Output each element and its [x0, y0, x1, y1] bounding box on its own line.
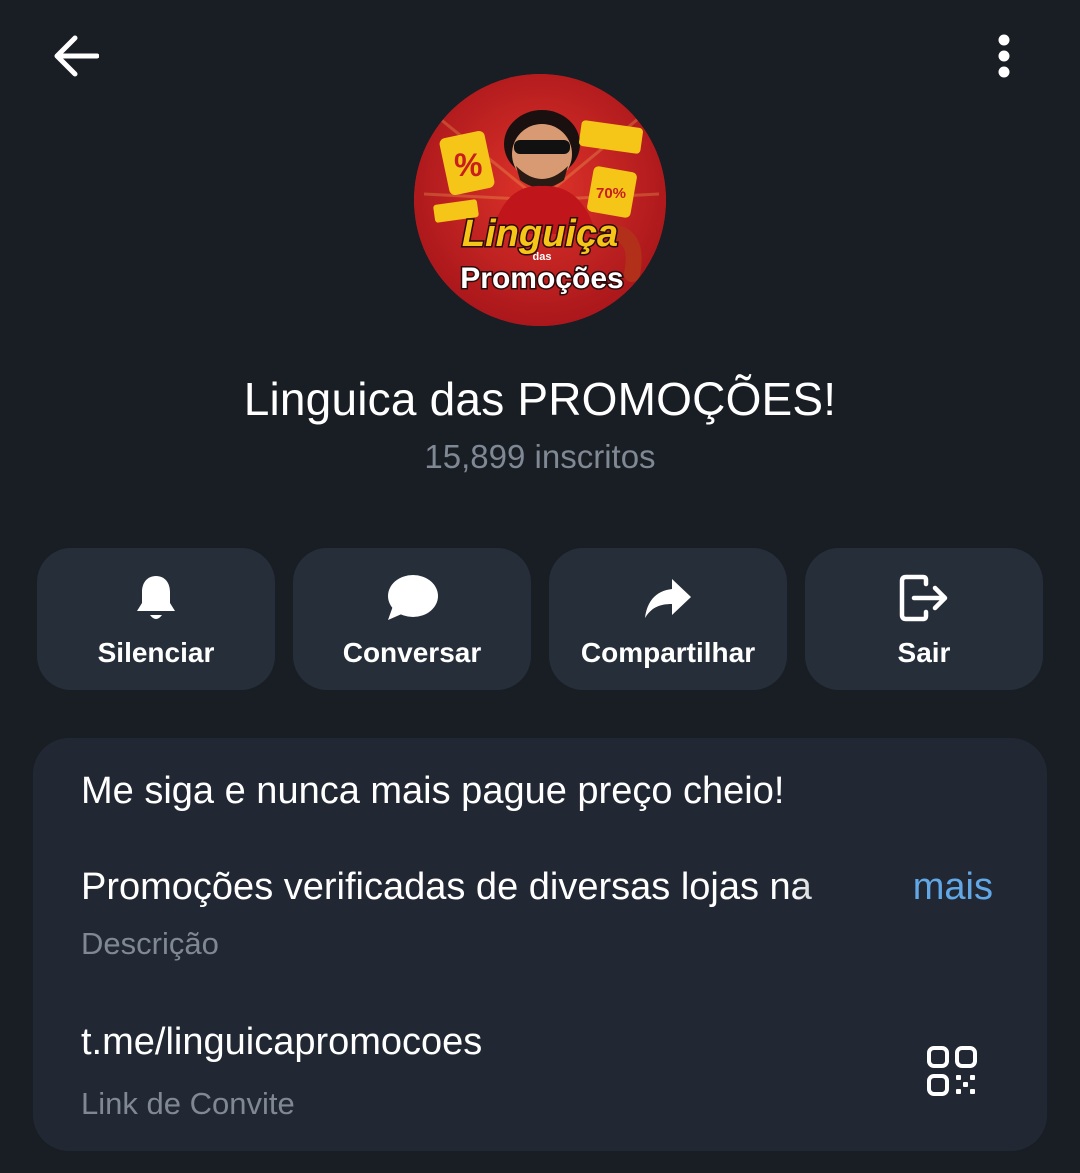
- svg-text:Linguiça: Linguiça: [462, 213, 618, 255]
- share-label: Compartilhar: [580, 637, 756, 668]
- action-buttons: Silenciar Conversar Compartilhar Sair: [37, 548, 1043, 690]
- mute-button[interactable]: Silenciar: [37, 548, 275, 690]
- svg-text:Promoções: Promoções: [460, 262, 623, 295]
- channel-info-card: Me siga e nunca mais pague preço cheio! …: [33, 738, 1047, 1151]
- description-caption: Descrição: [81, 926, 219, 961]
- channel-avatar[interactable]: % 70% Linguiça das Promoções: [414, 74, 666, 326]
- invite-link[interactable]: t.me/linguicapromocoes: [81, 1021, 482, 1064]
- exit-icon: [899, 574, 948, 622]
- arrow-left-icon: [54, 35, 99, 77]
- subscriber-count: 15,899 inscritos: [424, 438, 656, 475]
- discuss-button[interactable]: Conversar: [293, 548, 531, 690]
- svg-text:70%: 70%: [596, 185, 626, 202]
- discuss-label: Conversar: [342, 637, 482, 668]
- leave-label: Sair: [897, 637, 951, 668]
- mute-label: Silenciar: [97, 637, 215, 668]
- back-button[interactable]: [46, 28, 106, 84]
- bell-icon: [137, 576, 175, 619]
- more-options-button[interactable]: [976, 26, 1032, 86]
- discount-tag: 70%: [587, 166, 637, 218]
- svg-text:%: %: [454, 147, 482, 183]
- description-line-2-container: Promoções verificadas de diversas lojas …: [81, 866, 993, 916]
- description-line-2: Promoções verificadas de diversas lojas …: [81, 866, 812, 908]
- more-vertical-icon: [998, 34, 1010, 78]
- qr-code-button[interactable]: [921, 1040, 983, 1102]
- show-more-link[interactable]: mais: [908, 866, 993, 916]
- channel-title: Linguica das PROMOÇÕES!: [243, 373, 837, 425]
- chat-bubble-icon: [388, 575, 438, 620]
- invite-link-caption: Link de Convite: [81, 1086, 295, 1121]
- share-button[interactable]: Compartilhar: [549, 548, 787, 690]
- description-line-1: Me siga e nunca mais pague preço cheio!: [81, 770, 785, 812]
- share-arrow-icon: [645, 579, 691, 618]
- channel-logo: % 70% Linguiça das Promoções: [414, 74, 666, 326]
- leave-button[interactable]: Sair: [805, 548, 1043, 690]
- text-fade: [791, 866, 901, 916]
- qr-code-icon: [927, 1046, 977, 1096]
